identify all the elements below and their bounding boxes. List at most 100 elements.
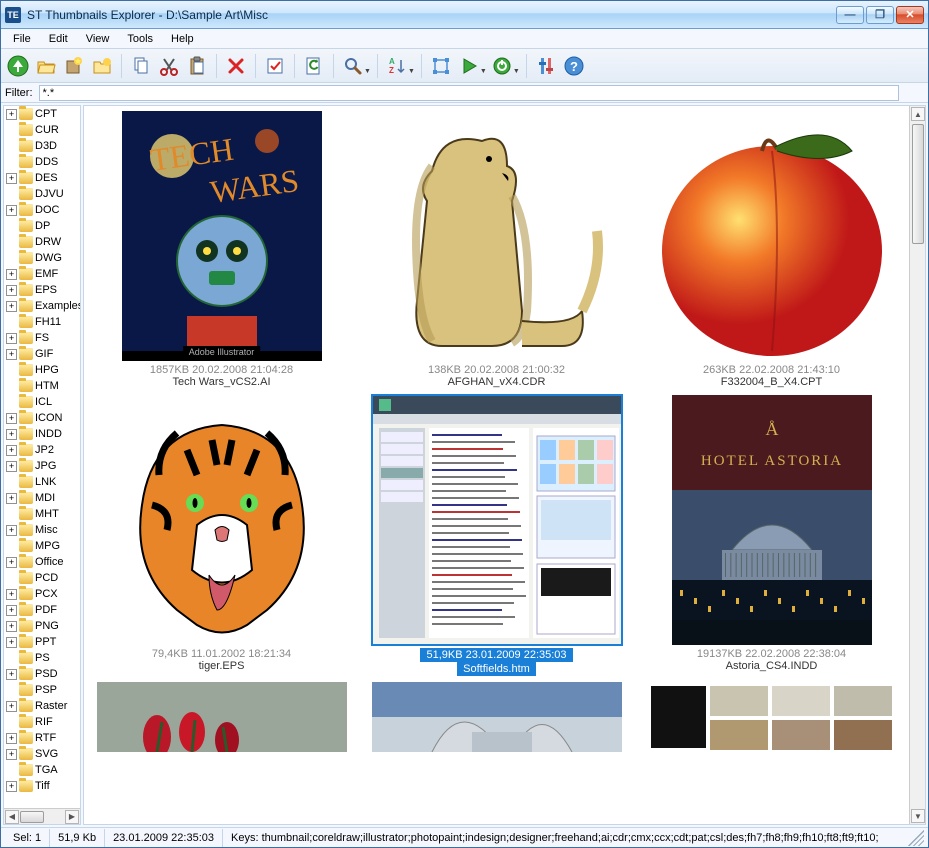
thumbnail-preview[interactable]	[646, 110, 898, 362]
thumbnail-cell-partial[interactable]	[367, 682, 626, 752]
tree-expander-icon[interactable]: +	[6, 205, 17, 216]
thumbnail-preview[interactable]	[371, 394, 623, 646]
tree-folder[interactable]: +Examples	[4, 298, 80, 314]
tree-folder[interactable]: TGA	[4, 762, 80, 778]
tree-folder[interactable]: +DOC	[4, 202, 80, 218]
scroll-left-icon[interactable]: ◀	[5, 810, 19, 824]
resize-grip-icon[interactable]	[908, 830, 924, 846]
thumbnail-preview[interactable]	[646, 682, 898, 752]
tree-folder[interactable]: +MDI	[4, 490, 80, 506]
tree-expander-icon[interactable]	[6, 541, 17, 552]
select-button[interactable]	[262, 53, 288, 79]
tree-folder[interactable]: HTM	[4, 378, 80, 394]
tree-folder[interactable]: +PCX	[4, 586, 80, 602]
scroll-up-icon[interactable]: ▲	[911, 107, 925, 121]
menu-help[interactable]: Help	[163, 31, 202, 47]
vertical-scrollbar[interactable]: ▲ ▼	[909, 106, 925, 824]
tree-folder[interactable]: +PNG	[4, 618, 80, 634]
tree-folder[interactable]: +PSD	[4, 666, 80, 682]
thumbnail-cell-partial[interactable]	[92, 682, 351, 752]
titlebar[interactable]: TE ST Thumbnails Explorer - D:\Sample Ar…	[1, 1, 928, 29]
tree-folder[interactable]: RIF	[4, 714, 80, 730]
tree-folder[interactable]: +SVG	[4, 746, 80, 762]
tree-expander-icon[interactable]	[6, 685, 17, 696]
tree-folder[interactable]: +Office	[4, 554, 80, 570]
tree-expander-icon[interactable]	[6, 381, 17, 392]
thumbnail-preview[interactable]	[96, 394, 348, 646]
zoom-button[interactable]	[340, 53, 366, 79]
tree-folder[interactable]: +Tiff	[4, 778, 80, 794]
tree-expander-icon[interactable]: +	[6, 621, 17, 632]
tree-folder[interactable]: +CPT	[4, 106, 80, 122]
tree-folder[interactable]: +FS	[4, 330, 80, 346]
new-button[interactable]	[61, 53, 87, 79]
tree-folder[interactable]: +Misc	[4, 522, 80, 538]
tree-expander-icon[interactable]: +	[6, 349, 17, 360]
tree-expander-icon[interactable]	[6, 141, 17, 152]
minimize-button[interactable]: —	[836, 6, 864, 24]
tree-expander-icon[interactable]: +	[6, 301, 17, 312]
tree-expander-icon[interactable]	[6, 717, 17, 728]
tree-folder[interactable]: PS	[4, 650, 80, 666]
scroll-thumb[interactable]	[912, 124, 924, 244]
refresh-button[interactable]	[301, 53, 327, 79]
tree-folder[interactable]: ICL	[4, 394, 80, 410]
tree-folder[interactable]: PSP	[4, 682, 80, 698]
thumbnail-preview[interactable]	[371, 682, 623, 752]
crop-button[interactable]	[428, 53, 454, 79]
tree-folder[interactable]: DJVU	[4, 186, 80, 202]
options-button[interactable]	[533, 53, 559, 79]
tree-folder[interactable]: MHT	[4, 506, 80, 522]
tree-folder[interactable]: +Raster	[4, 698, 80, 714]
tree-folder[interactable]: +DES	[4, 170, 80, 186]
tree-expander-icon[interactable]	[6, 653, 17, 664]
thumbnail-cell[interactable]: Å HOTEL ASTORIA HOTEL ASTORIA19137KB 22.…	[642, 394, 901, 676]
open-button[interactable]	[33, 53, 59, 79]
tree-expander-icon[interactable]: +	[6, 429, 17, 440]
tree-expander-icon[interactable]	[6, 765, 17, 776]
sort-button[interactable]: AZ	[384, 53, 410, 79]
menu-tools[interactable]: Tools	[119, 31, 161, 47]
menu-edit[interactable]: Edit	[41, 31, 76, 47]
slideshow-button[interactable]	[456, 53, 482, 79]
cut-button[interactable]	[156, 53, 182, 79]
tree-expander-icon[interactable]: +	[6, 589, 17, 600]
tree-folder[interactable]: DWG	[4, 250, 80, 266]
maximize-button[interactable]: ❐	[866, 6, 894, 24]
tree-expander-icon[interactable]: +	[6, 781, 17, 792]
tree-folder[interactable]: +INDD	[4, 426, 80, 442]
power-button[interactable]	[489, 53, 515, 79]
tree-expander-icon[interactable]: +	[6, 269, 17, 280]
tree-expander-icon[interactable]: +	[6, 733, 17, 744]
thumbnail-grid-viewport[interactable]: TECH WARS Adobe Illustrator1857KB 20.02.…	[84, 106, 909, 824]
tree-expander-icon[interactable]: +	[6, 493, 17, 504]
thumbnail-cell[interactable]: 51,9KB 23.01.2009 22:35:03Softfields.htm	[367, 394, 626, 676]
thumbnail-cell[interactable]: 263KB 22.02.2008 21:43:10F332004_B_X4.CP…	[642, 110, 901, 388]
tree-expander-icon[interactable]	[6, 397, 17, 408]
tree-expander-icon[interactable]: +	[6, 669, 17, 680]
tree-folder[interactable]: FH11	[4, 314, 80, 330]
tree-expander-icon[interactable]: +	[6, 525, 17, 536]
tree-expander-icon[interactable]: +	[6, 285, 17, 296]
tree-expander-icon[interactable]: +	[6, 749, 17, 760]
tree-folder[interactable]: +ICON	[4, 410, 80, 426]
thumbnail-preview[interactable]	[96, 682, 348, 752]
tree-folder[interactable]: DDS	[4, 154, 80, 170]
tree-folder[interactable]: HPG	[4, 362, 80, 378]
tree-expander-icon[interactable]: +	[6, 557, 17, 568]
scroll-thumb[interactable]	[20, 811, 44, 823]
tree-expander-icon[interactable]: +	[6, 413, 17, 424]
thumbnail-cell[interactable]: 79,4KB 11.01.2002 18:21:34tiger.EPS	[92, 394, 351, 676]
tree-folder[interactable]: DRW	[4, 234, 80, 250]
zoom-dropdown-icon[interactable]: ▼	[364, 68, 371, 75]
thumbnail-cell[interactable]: TECH WARS Adobe Illustrator1857KB 20.02.…	[92, 110, 351, 388]
tree-folder[interactable]: +GIF	[4, 346, 80, 362]
thumbnail-preview[interactable]: TECH WARS Adobe Illustrator	[96, 110, 348, 362]
tree-expander-icon[interactable]: +	[6, 461, 17, 472]
tree-expander-icon[interactable]	[6, 237, 17, 248]
thumbnail-cell-partial[interactable]	[642, 682, 901, 752]
tree-folder[interactable]: +JPG	[4, 458, 80, 474]
tree-folder[interactable]: PCD	[4, 570, 80, 586]
tree-folder[interactable]: LNK	[4, 474, 80, 490]
tree-expander-icon[interactable]	[6, 317, 17, 328]
